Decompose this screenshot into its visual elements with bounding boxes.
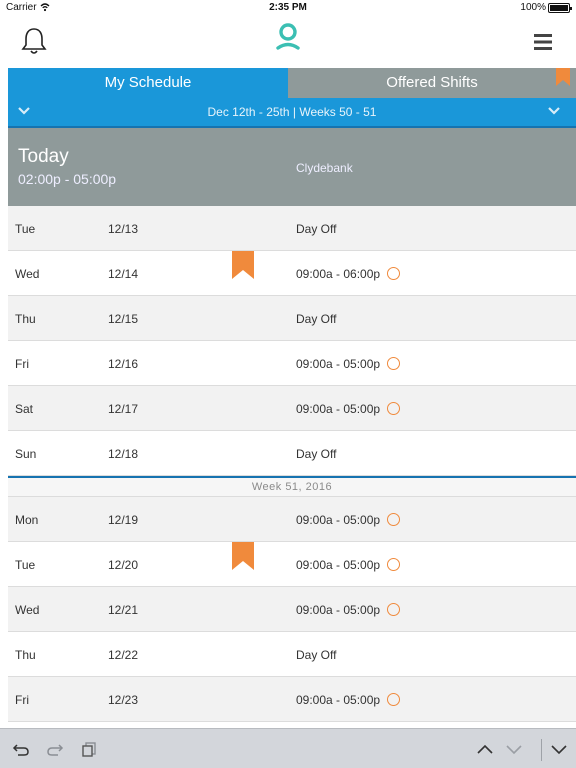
row-day: Mon — [15, 513, 39, 527]
nav-bar — [0, 16, 576, 68]
row-date: 12/23 — [108, 693, 139, 707]
row-day: Tue — [15, 558, 36, 572]
row-date: 12/22 — [108, 648, 139, 662]
clock: 2:35 PM — [269, 2, 307, 13]
today-location: Clydebank — [296, 161, 353, 175]
schedule-row[interactable]: Tue 12/13 Day Off — [8, 206, 576, 251]
schedule-row[interactable]: Wed 12/21 09:00a - 05:00p — [8, 587, 576, 632]
status-circle-icon — [387, 357, 400, 370]
row-day: Thu — [15, 312, 36, 326]
paste-icon[interactable] — [80, 741, 98, 757]
week-range-bar: Dec 12th - 25th | Weeks 50 - 51 — [8, 98, 576, 126]
schedule-row[interactable]: Fri 12/23 09:00a - 05:00p — [8, 677, 576, 722]
row-date: 12/21 — [108, 603, 139, 617]
row-day: Sat — [15, 402, 34, 416]
keyboard-hide-icon[interactable] — [550, 741, 568, 757]
hamburger-menu-icon[interactable] — [530, 32, 556, 52]
status-bar: Carrier 2:35 PM 100% — [0, 0, 576, 16]
row-day: Wed — [15, 603, 40, 617]
row-date: 12/13 — [108, 222, 139, 236]
schedule-row[interactable]: Sat 12/17 09:00a - 05:00p — [8, 386, 576, 431]
today-hours: 02:00p - 05:00p — [18, 171, 117, 187]
undo-icon[interactable] — [12, 741, 30, 757]
row-date: 12/15 — [108, 312, 139, 326]
status-circle-icon — [387, 558, 400, 571]
toolbar-divider — [541, 739, 542, 761]
chevron-up-icon[interactable] — [476, 741, 494, 757]
schedule-row[interactable]: Thu 12/15 Day Off — [8, 296, 576, 341]
keyboard-toolbar — [0, 728, 576, 768]
row-day: Wed — [15, 267, 40, 281]
tab-my-schedule[interactable]: My Schedule — [8, 68, 288, 98]
today-label: Today — [18, 146, 69, 167]
bell-icon[interactable] — [20, 26, 48, 56]
chevron-down-icon[interactable] — [505, 741, 523, 757]
row-day: Tue — [15, 222, 36, 236]
bookmark-ribbon-icon — [556, 68, 570, 86]
battery-percent: 100% — [520, 2, 546, 13]
row-date: 12/20 — [108, 558, 139, 572]
status-circle-icon — [387, 267, 400, 280]
schedule-row[interactable]: Thu 12/22 Day Off — [8, 632, 576, 677]
schedule-row[interactable]: Mon 12/19 09:00a - 05:00p — [8, 497, 576, 542]
row-date: 12/14 — [108, 267, 139, 281]
status-circle-icon — [387, 513, 400, 526]
row-shift: 09:00a - 05:00p — [296, 513, 381, 527]
row-shift: 09:00a - 05:00p — [296, 558, 381, 572]
schedule-row[interactable]: Tue 12/20 09:00a - 05:00p — [8, 542, 576, 587]
tab-offered-shifts-label: Offered Shifts — [386, 74, 478, 91]
row-date: 12/16 — [108, 357, 139, 371]
row-date: 12/19 — [108, 513, 139, 527]
schedule-row[interactable]: Fri 12/16 09:00a - 05:00p — [8, 341, 576, 386]
week-separator: Week 51, 2016 — [8, 476, 576, 497]
battery-icon — [548, 3, 572, 13]
row-date: 12/18 — [108, 447, 139, 461]
row-day: Fri — [15, 693, 29, 707]
row-shift: 09:00a - 06:00p — [296, 267, 381, 281]
row-shift: Day Off — [296, 447, 337, 461]
bookmark-flag-icon — [232, 542, 254, 570]
redo-icon[interactable] — [46, 741, 64, 757]
row-day: Fri — [15, 357, 29, 371]
row-date: 12/17 — [108, 402, 139, 416]
status-circle-icon — [387, 402, 400, 415]
schedule-row[interactable]: Wed 12/14 09:00a - 06:00p — [8, 251, 576, 296]
chevron-down-icon[interactable] — [548, 106, 560, 116]
bookmark-flag-icon — [232, 251, 254, 279]
row-shift: Day Off — [296, 222, 337, 236]
week-range-label: Dec 12th - 25th | Weeks 50 - 51 — [207, 105, 377, 119]
schedule-row[interactable]: Sun 12/18 Day Off — [8, 431, 576, 476]
status-circle-icon — [387, 693, 400, 706]
today-shift-card[interactable]: Today 02:00p - 05:00p Clydebank — [8, 128, 576, 206]
row-shift: 09:00a - 05:00p — [296, 693, 381, 707]
row-shift: 09:00a - 05:00p — [296, 603, 381, 617]
row-shift: 09:00a - 05:00p — [296, 402, 381, 416]
row-day: Sun — [15, 447, 37, 461]
schedule-tabs: My Schedule Offered Shifts — [8, 68, 576, 98]
row-day: Thu — [15, 648, 36, 662]
row-shift: Day Off — [296, 312, 337, 326]
row-shift: Day Off — [296, 648, 337, 662]
row-shift: 09:00a - 05:00p — [296, 357, 381, 371]
person-logo-icon[interactable] — [274, 22, 302, 52]
tab-offered-shifts[interactable]: Offered Shifts — [288, 68, 576, 98]
status-circle-icon — [387, 603, 400, 616]
schedule-list: Tue 12/13 Day Off Wed 12/14 09:00a - 06:… — [8, 206, 576, 722]
